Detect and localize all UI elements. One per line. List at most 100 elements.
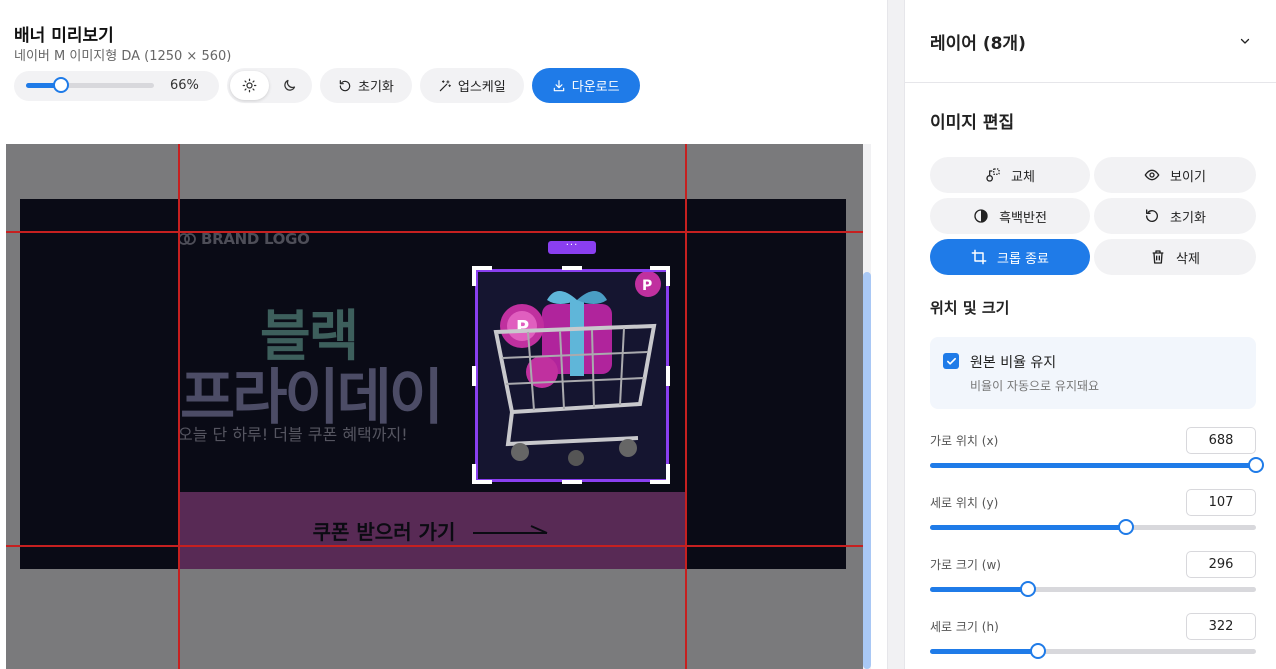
x-position-field: 가로 위치 (x) 688	[930, 427, 1264, 477]
banner-cta-label: 쿠폰 받으러 가기	[312, 520, 456, 544]
upscale-button[interactable]: 업스케일	[419, 68, 524, 103]
download-button[interactable]: 다운로드	[531, 68, 640, 103]
resize-handle-bottom[interactable]	[562, 480, 582, 484]
y-position-field: 세로 위치 (y) 107	[930, 489, 1256, 539]
guide-line-horizontal-top	[6, 231, 863, 233]
banner-cta[interactable]: 쿠폰 받으러 가기	[178, 492, 686, 569]
layers-title: 레이어 (8개)	[930, 33, 1026, 54]
replace-icon	[986, 168, 1000, 182]
zoom-value: 66%	[170, 78, 199, 93]
height-field: 세로 크기 (h) 322	[930, 613, 1256, 663]
guide-line-horizontal-bottom	[6, 545, 863, 547]
show-button-label: 보이기	[1170, 169, 1206, 185]
layers-header[interactable]: 레이어 (8개)	[905, 0, 1276, 83]
resize-handle-top-right-v[interactable]	[666, 266, 670, 286]
sun-icon	[242, 78, 257, 93]
eye-icon	[1144, 169, 1160, 181]
layer-menu-button[interactable]: ···	[548, 241, 596, 254]
x-position-input[interactable]: 688	[1186, 427, 1256, 454]
keep-ratio-option: 원본 비율 유지 비율이 자동으로 유지돼요	[930, 337, 1256, 409]
delete-button-label: 삭제	[1176, 251, 1200, 267]
canvas-scrollbar[interactable]	[863, 144, 871, 669]
resize-handle-top[interactable]	[562, 266, 582, 270]
crop-done-button[interactable]: 크롭 종료	[930, 239, 1090, 275]
dark-mode-button[interactable]	[271, 71, 310, 100]
crop-icon	[971, 249, 987, 265]
show-button[interactable]: 보이기	[1094, 157, 1256, 193]
resize-handle-right[interactable]	[666, 366, 670, 386]
download-button-label: 다운로드	[571, 80, 620, 95]
selected-image-layer[interactable]: P P	[475, 269, 669, 482]
toolbar: 66% 초기화 업스케일 다운로드	[14, 68, 640, 103]
width-slider-fill	[930, 587, 1028, 592]
resize-handle-top-left-v[interactable]	[472, 266, 476, 286]
x-position-slider-handle[interactable]	[1248, 457, 1264, 473]
replace-button-label: 교체	[1011, 169, 1035, 185]
preview-area: 배너 미리보기 네이버 M 이미지형 DA (1250 × 560) 66% 초…	[0, 0, 888, 669]
keep-ratio-label[interactable]: 원본 비율 유지	[970, 352, 1056, 372]
y-position-input[interactable]: 107	[1186, 489, 1256, 516]
chevron-down-icon[interactable]	[1239, 35, 1251, 47]
y-position-label: 세로 위치 (y)	[930, 496, 999, 510]
delete-button[interactable]: 삭제	[1094, 239, 1256, 275]
crop-done-button-label: 크롭 종료	[997, 251, 1049, 267]
x-position-slider[interactable]	[930, 457, 1264, 473]
page-title: 배너 미리보기	[14, 26, 114, 46]
light-mode-button[interactable]	[230, 71, 269, 100]
zoom-slider[interactable]	[26, 77, 154, 93]
shopping-cart-image: P P	[478, 271, 666, 479]
zoom-control: 66%	[14, 70, 219, 101]
y-position-slider[interactable]	[930, 519, 1256, 535]
reset-button-label: 초기화	[358, 80, 394, 95]
y-position-slider-handle[interactable]	[1117, 519, 1134, 535]
width-slider-handle[interactable]	[1019, 581, 1036, 597]
canvas-scrollbar-thumb[interactable]	[863, 272, 871, 669]
width-slider[interactable]	[930, 581, 1256, 597]
keep-ratio-checkbox[interactable]	[943, 353, 959, 369]
zoom-slider-handle[interactable]	[52, 77, 69, 93]
guide-line-vertical-right	[685, 144, 687, 669]
canvas-stage: BRAND LOGO 블랙 프라이데이 오늘 단 하루! 더블 쿠폰 혜택까지!…	[6, 144, 863, 669]
y-position-slider-fill	[930, 525, 1126, 530]
image-reset-button-label: 초기화	[1170, 210, 1206, 226]
replace-button[interactable]: 교체	[930, 157, 1090, 193]
contrast-icon	[974, 209, 988, 223]
moon-icon	[284, 79, 296, 91]
properties-panel: 레이어 (8개) 이미지 편집 교체 보이기 흑백반전 초기화 크롭 종료 삭제…	[904, 0, 1276, 669]
download-icon	[553, 79, 564, 91]
invert-button[interactable]: 흑백반전	[930, 198, 1090, 234]
x-position-slider-fill	[930, 463, 1256, 468]
arrow-right-icon	[473, 524, 548, 534]
magic-wand-icon	[439, 79, 451, 91]
height-label: 세로 크기 (h)	[930, 620, 999, 634]
position-size-title: 위치 및 크기	[930, 299, 1010, 317]
rotate-ccw-icon	[339, 79, 351, 91]
x-position-label: 가로 위치 (x)	[930, 434, 999, 448]
page-subtitle: 네이버 M 이미지형 DA (1250 × 560)	[14, 49, 232, 64]
invert-button-label: 흑백반전	[999, 210, 1047, 226]
check-icon	[946, 357, 956, 365]
banner-canvas: BRAND LOGO 블랙 프라이데이 오늘 단 하루! 더블 쿠폰 혜택까지!…	[20, 199, 846, 569]
rotate-ccw-icon	[1146, 209, 1159, 222]
image-edit-title: 이미지 편집	[930, 113, 1015, 133]
height-slider-fill	[930, 649, 1038, 654]
trash-icon	[1152, 250, 1164, 264]
width-field: 가로 크기 (w) 296	[930, 551, 1256, 601]
image-edit-actions: 교체 보이기 흑백반전 초기화 크롭 종료 삭제	[930, 157, 1256, 275]
height-input[interactable]: 322	[1186, 613, 1256, 640]
height-slider[interactable]	[930, 643, 1256, 659]
resize-handle-left[interactable]	[472, 366, 476, 386]
svg-text:P: P	[642, 278, 652, 294]
width-label: 가로 크기 (w)	[930, 558, 1001, 572]
banner-subcopy[interactable]: 오늘 단 하루! 더블 쿠폰 혜택까지!	[178, 421, 408, 445]
reset-button[interactable]: 초기화	[320, 68, 412, 103]
height-slider-handle[interactable]	[1029, 643, 1046, 659]
upscale-button-label: 업스케일	[457, 80, 506, 95]
brand-logo-icon	[178, 233, 196, 245]
resize-handle-bottom-right-v[interactable]	[666, 464, 670, 484]
image-reset-button[interactable]: 초기화	[1094, 198, 1256, 234]
keep-ratio-help: 비율이 자동으로 유지돼요	[970, 379, 1100, 393]
guide-line-vertical-left	[178, 144, 180, 669]
resize-handle-bottom-left-v[interactable]	[472, 464, 476, 484]
width-input[interactable]: 296	[1186, 551, 1256, 578]
